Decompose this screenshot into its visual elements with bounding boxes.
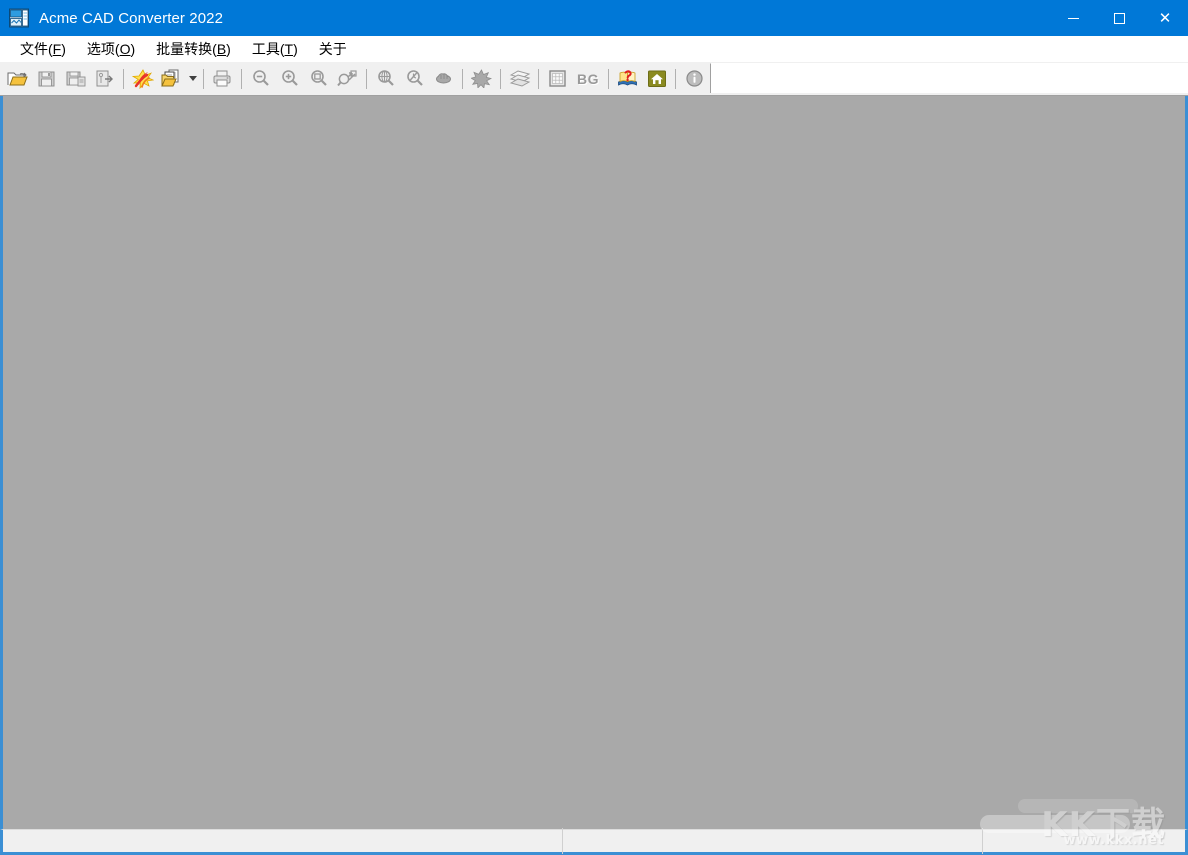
application-window: Acme CAD Converter 2022 ✕ 文件(F) 选项(O) 批量…: [0, 0, 1188, 855]
menu-bar: 文件(F) 选项(O) 批量转换(B) 工具(T) 关于: [0, 36, 1188, 62]
layers-button[interactable]: [505, 65, 534, 92]
help-button[interactable]: [613, 65, 642, 92]
menu-item-tools-label: 工具(: [252, 41, 285, 57]
batch-convert-button[interactable]: [157, 65, 186, 92]
menu-item-tools[interactable]: 工具(T): [242, 38, 309, 60]
menu-item-file-label: 文件(: [20, 41, 53, 57]
zoom-extents-button[interactable]: [333, 65, 362, 92]
main-toolbar: BG: [0, 62, 709, 95]
menu-item-about-label: 关于: [319, 41, 347, 57]
home-page-button[interactable]: [642, 65, 671, 92]
batch-folder-docs-icon: [161, 69, 182, 88]
magnifier-plus-icon: [280, 69, 300, 88]
menu-item-tools-accel: T: [285, 41, 294, 57]
toolbar-separator-4: [366, 69, 367, 89]
magnifier-minus-icon: [251, 69, 271, 88]
info-circle-icon: [685, 69, 704, 88]
menu-item-batch-convert[interactable]: 批量转换(B): [146, 38, 242, 60]
maximize-button[interactable]: [1096, 0, 1142, 36]
zoom-out-button[interactable]: [246, 65, 275, 92]
title-bar: Acme CAD Converter 2022 ✕: [0, 0, 1188, 36]
menu-item-batch-convert-label: 批量转换(: [156, 41, 217, 57]
menu-item-batch-convert-accel: B: [217, 41, 226, 57]
menu-item-options-label: 选项(: [87, 41, 120, 57]
menu-item-file[interactable]: 文件(F): [10, 38, 77, 60]
status-pane-message: [3, 828, 562, 854]
toolbar-separator-3: [241, 69, 242, 89]
pan-hand-icon: [433, 69, 454, 88]
drawing-canvas[interactable]: [3, 96, 1185, 829]
open-folder-icon: [7, 69, 28, 88]
menu-item-file-accel: F: [53, 41, 62, 57]
save-as-button[interactable]: [61, 65, 90, 92]
menu-item-options-tail: ): [130, 41, 135, 57]
toolbar-overflow-area: [710, 63, 1188, 93]
grid-table-icon: [548, 69, 567, 88]
menu-item-tools-tail: ): [293, 41, 298, 57]
pan-button[interactable]: [429, 65, 458, 92]
magnifier-clock-icon: [405, 69, 425, 88]
export-button[interactable]: [90, 65, 119, 92]
window-controls: ✕: [1050, 0, 1188, 36]
menu-item-options-accel: O: [120, 41, 131, 57]
zoom-previous-button[interactable]: [400, 65, 429, 92]
toolbar-separator-1: [123, 69, 124, 89]
minimize-button[interactable]: [1050, 0, 1096, 36]
toolbar-separator-9: [675, 69, 676, 89]
printer-icon: [212, 69, 233, 88]
convert-to-pdf-button[interactable]: [128, 65, 157, 92]
chevron-down-icon: [189, 76, 197, 81]
magnifier-window-icon: [309, 69, 329, 88]
window-title: Acme CAD Converter 2022: [39, 10, 223, 27]
menu-item-options[interactable]: 选项(O): [77, 38, 146, 60]
toolbar-separator-6: [500, 69, 501, 89]
background-toggle-button[interactable]: BG: [572, 65, 604, 92]
book-question-icon: [617, 69, 638, 88]
background-label: BG: [577, 71, 599, 87]
app-icon: [8, 7, 30, 29]
toolbar-separator-8: [608, 69, 609, 89]
status-pane-info: [982, 828, 1185, 854]
house-icon: [647, 69, 667, 88]
toolbar-separator-2: [203, 69, 204, 89]
floppy-save-icon: [37, 69, 56, 88]
export-arrow-icon: [95, 69, 115, 88]
toolbar-row: BG: [0, 62, 1188, 96]
pdf-star-icon: [132, 69, 154, 89]
burst-icon: [471, 69, 492, 88]
explode-button[interactable]: [467, 65, 496, 92]
about-info-button[interactable]: [680, 65, 709, 92]
close-button[interactable]: ✕: [1142, 0, 1188, 36]
toolbar-separator-7: [538, 69, 539, 89]
menu-item-batch-convert-tail: ): [226, 41, 231, 57]
close-icon: ✕: [1159, 11, 1172, 26]
maximize-icon: [1114, 13, 1125, 24]
print-button[interactable]: [208, 65, 237, 92]
magnifier-globe-icon: [376, 69, 396, 88]
toolbar-separator-5: [462, 69, 463, 89]
minimize-icon: [1068, 18, 1079, 19]
zoom-in-button[interactable]: [275, 65, 304, 92]
zoom-all-button[interactable]: [371, 65, 400, 92]
batch-convert-dropdown-button[interactable]: [186, 65, 199, 92]
status-bar: [0, 829, 1188, 855]
grid-button[interactable]: [543, 65, 572, 92]
floppy-save-as-icon: [66, 69, 86, 88]
zoom-window-button[interactable]: [304, 65, 333, 92]
menu-item-about[interactable]: 关于: [309, 38, 358, 60]
save-button[interactable]: [32, 65, 61, 92]
magnifier-extents-icon: [337, 69, 358, 88]
open-file-button[interactable]: [3, 65, 32, 92]
menu-item-file-tail: ): [61, 41, 66, 57]
drawing-canvas-area[interactable]: [0, 96, 1188, 829]
layers-stack-icon: [509, 69, 531, 88]
status-pane-coordinates: [562, 828, 982, 854]
